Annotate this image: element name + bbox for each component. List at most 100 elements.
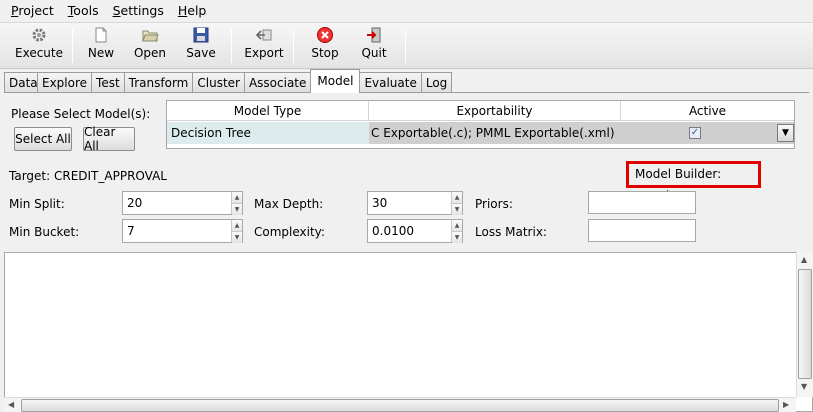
save-label: Save — [186, 46, 216, 60]
select-all-button[interactable]: Select All — [14, 127, 72, 151]
horizontal-scrollbar[interactable]: ◀ ▶ — [4, 397, 796, 412]
open-label: Open — [133, 46, 167, 60]
spin-up-icon[interactable]: ▲ — [452, 220, 462, 232]
spin-up-icon[interactable]: ▲ — [232, 220, 242, 232]
toolbar-separator — [231, 29, 232, 63]
complexity-value: 0.0100 — [372, 224, 414, 238]
tab-transform-label: Transform — [128, 76, 189, 90]
min-bucket-stepper[interactable]: 7 ▲ ▼ — [122, 219, 243, 243]
quit-icon — [365, 26, 383, 44]
menu-project[interactable]: Project — [4, 0, 61, 22]
toolbar-separator — [72, 29, 73, 63]
execute-button[interactable]: Execute — [14, 26, 64, 66]
column-header-model-type[interactable]: Model Type — [167, 101, 369, 121]
menu-settings[interactable]: Settings — [106, 0, 171, 22]
column-header-active[interactable]: Active — [621, 101, 794, 121]
tab-associate-label: Associate — [248, 76, 307, 90]
toolbar: Execute New Open Save Export Stop Quit — [0, 22, 813, 69]
model-builder-label: Model Builder: — [635, 167, 722, 181]
tab-log-label: Log — [425, 76, 448, 90]
scroll-right-icon[interactable]: ▶ — [783, 400, 789, 409]
quit-button[interactable]: Quit — [356, 26, 392, 66]
toolbar-separator — [293, 29, 294, 63]
tab-evaluate-label: Evaluate — [364, 76, 417, 90]
model-table: Model Type Exportability Active Decision… — [166, 100, 795, 149]
column-header-exportability[interactable]: Exportability — [369, 101, 621, 121]
tab-bar: Data Explore Test Transform Cluster Asso… — [0, 69, 813, 93]
complexity-label: Complexity: — [254, 225, 325, 239]
model-builder-box: Model Builder: rpart — [626, 161, 761, 202]
model-table-header: Model Type Exportability Active — [167, 101, 794, 121]
toolbar-separator — [405, 29, 406, 63]
priors-input[interactable] — [588, 191, 696, 214]
menu-settings-mnemonic: S — [112, 3, 121, 18]
stop-label: Stop — [311, 46, 339, 60]
checkbox-icon[interactable]: ✓ — [689, 127, 701, 139]
tab-cluster-label: Cluster — [197, 76, 240, 90]
min-bucket-value: 7 — [127, 224, 135, 238]
spin-down-icon[interactable]: ▼ — [232, 232, 242, 243]
spin-down-icon[interactable]: ▼ — [452, 204, 462, 215]
scroll-down-icon[interactable]: ▼ — [801, 382, 807, 391]
menu-settings-label: ettings — [120, 3, 164, 18]
exportability-cell: C Exportable(.c); PMML Exportable(.xml) — [369, 122, 621, 144]
target-label: Target: CREDIT_APPROVAL — [9, 169, 167, 183]
active-cell[interactable]: ✓ ▼ — [621, 122, 794, 144]
min-split-value: 20 — [127, 196, 143, 210]
folder-open-icon — [141, 26, 159, 44]
min-bucket-label: Min Bucket: — [9, 225, 80, 239]
tab-associate[interactable]: Associate — [243, 72, 312, 93]
horizontal-scroll-thumb[interactable] — [21, 399, 779, 412]
new-document-icon — [92, 26, 110, 44]
clear-all-button[interactable]: Clear All — [83, 125, 135, 153]
max-depth-stepper[interactable]: 30 ▲ ▼ — [367, 191, 463, 215]
chevron-down-icon[interactable]: ▼ — [777, 124, 794, 142]
tab-evaluate[interactable]: Evaluate — [359, 72, 422, 93]
loss-matrix-input[interactable] — [588, 219, 696, 242]
export-icon — [255, 26, 273, 44]
max-depth-label: Max Depth: — [254, 197, 324, 211]
tab-explore-label: Explore — [42, 76, 88, 90]
stop-icon — [316, 26, 334, 44]
model-type-cell[interactable]: Decision Tree — [167, 122, 369, 144]
tab-explore[interactable]: Explore — [37, 72, 93, 93]
tab-log[interactable]: Log — [420, 72, 453, 93]
vertical-scroll-thumb[interactable] — [798, 269, 812, 379]
scroll-left-icon[interactable]: ◀ — [8, 400, 14, 409]
loss-matrix-label: Loss Matrix: — [475, 225, 547, 239]
tab-model[interactable]: Model — [310, 69, 361, 93]
gear-icon — [30, 26, 48, 44]
new-button[interactable]: New — [84, 26, 118, 66]
spin-down-icon[interactable]: ▼ — [452, 232, 462, 243]
spin-up-icon[interactable]: ▲ — [232, 192, 242, 204]
tab-transform[interactable]: Transform — [123, 72, 194, 93]
menu-help[interactable]: Help — [171, 0, 214, 22]
menu-tools[interactable]: Tools — [61, 0, 106, 22]
complexity-stepper[interactable]: 0.0100 ▲ ▼ — [367, 219, 463, 243]
execute-label: Execute — [15, 46, 63, 60]
tab-cluster[interactable]: Cluster — [192, 72, 245, 93]
tab-data-label: Data — [9, 76, 38, 90]
menu-project-label: roject — [18, 3, 54, 18]
tab-test[interactable]: Test — [91, 72, 125, 93]
spin-down-icon[interactable]: ▼ — [232, 204, 242, 215]
menu-help-label: elp — [187, 3, 207, 18]
output-text-area[interactable] — [4, 252, 813, 412]
open-button[interactable]: Open — [130, 26, 170, 66]
tab-test-label: Test — [96, 76, 120, 90]
quit-label: Quit — [361, 46, 387, 60]
select-models-label: Please Select Model(s): — [11, 107, 151, 121]
stop-button[interactable]: Stop — [306, 26, 344, 66]
spin-up-icon[interactable]: ▲ — [452, 192, 462, 204]
tab-data[interactable]: Data — [4, 72, 38, 93]
floppy-disk-icon — [192, 26, 210, 44]
vertical-scrollbar[interactable]: ▲ ▼ — [796, 252, 813, 397]
min-split-stepper[interactable]: 20 ▲ ▼ — [122, 191, 243, 215]
save-button[interactable]: Save — [182, 26, 220, 66]
menu-bar: Project Tools Settings Help — [0, 0, 813, 22]
scroll-up-icon[interactable]: ▲ — [801, 255, 807, 264]
table-row[interactable]: Decision Tree C Exportable(.c); PMML Exp… — [167, 122, 794, 144]
export-label: Export — [244, 46, 284, 60]
menu-tools-label: ools — [73, 3, 99, 18]
export-button[interactable]: Export — [242, 26, 286, 66]
